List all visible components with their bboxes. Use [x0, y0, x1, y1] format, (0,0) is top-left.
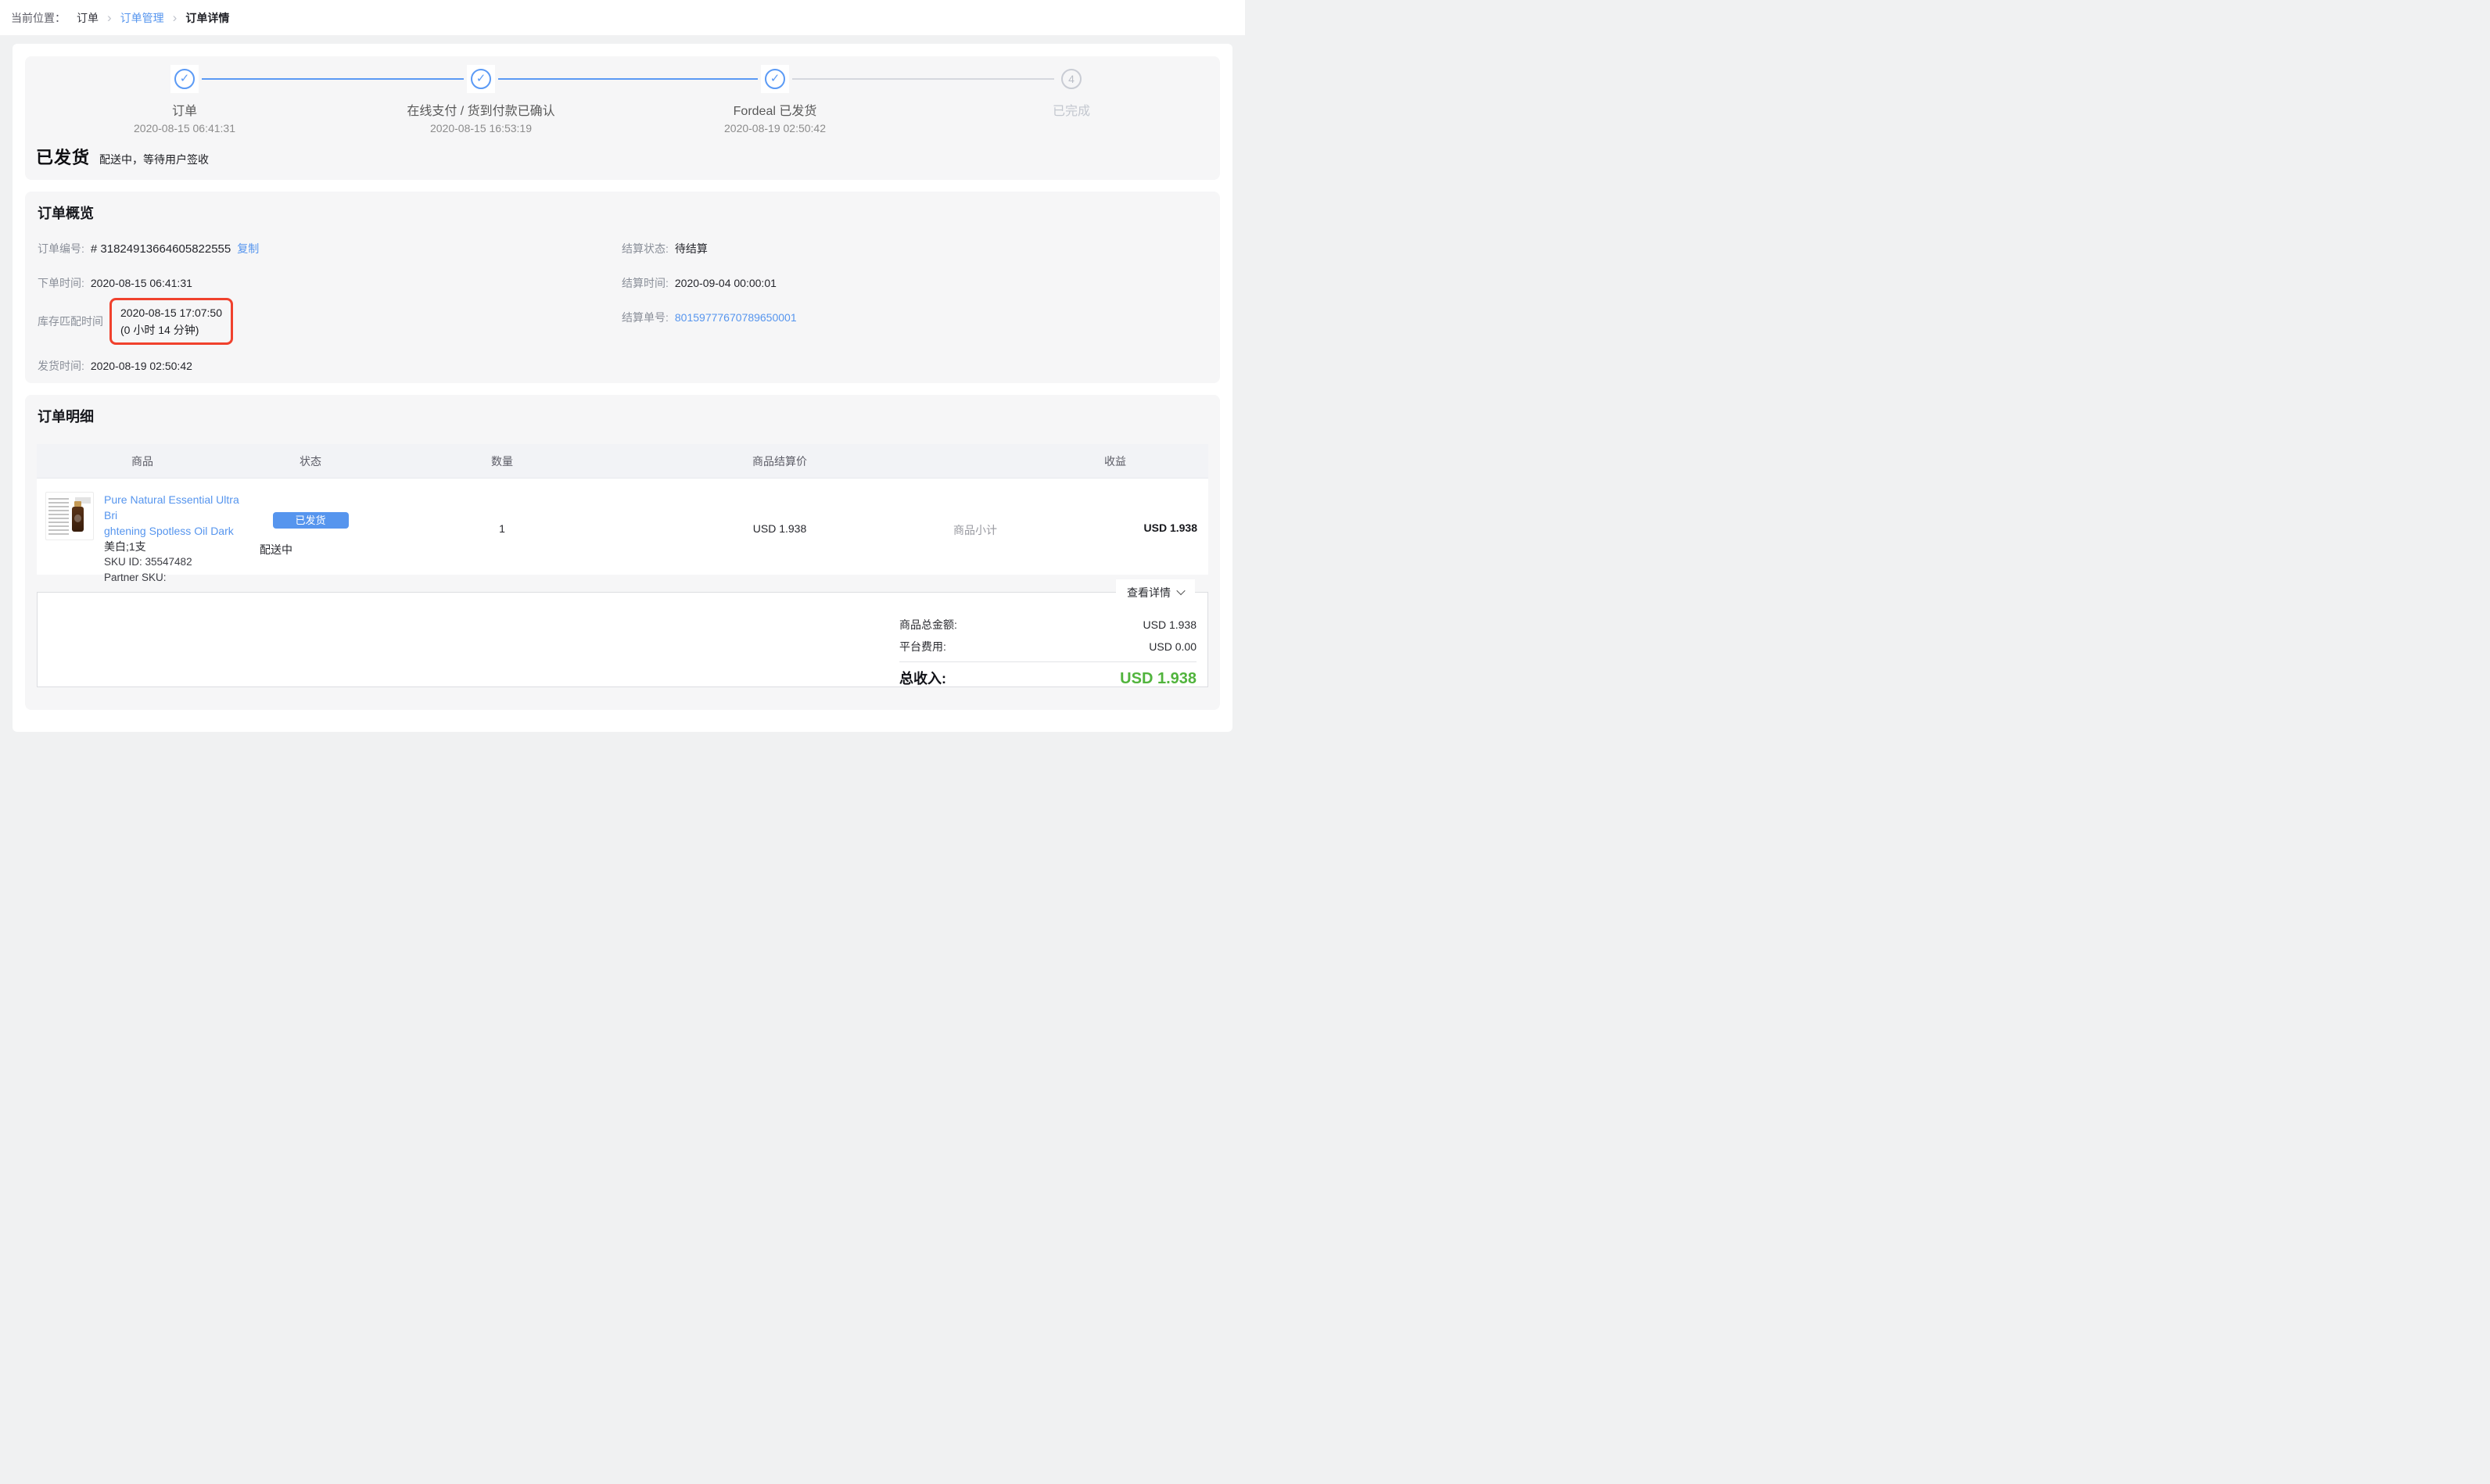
settle-status-value: 待结算 [675, 241, 708, 256]
total-income-value: USD 1.938 [1120, 670, 1197, 688]
step-time-shipped: 2020-08-19 02:50:42 [650, 122, 900, 134]
order-detail-card: ✓ ✓ ✓ 4 订单 2020-08-15 06:41:31 在线支付 / 货到… [13, 44, 1232, 732]
shipping-status-headline: 已发货 [36, 144, 90, 169]
step-connector-done [498, 78, 758, 80]
ship-time-value: 2020-08-19 02:50:42 [91, 360, 192, 372]
breadcrumb-item-orders[interactable]: 订单 [77, 10, 99, 26]
header-status: 状态 [248, 453, 373, 469]
header-qty: 数量 [373, 453, 631, 469]
chevron-right-icon: › [173, 11, 178, 24]
overview-title: 订单概览 [38, 203, 94, 223]
place-time-label: 下单时间: [38, 275, 84, 291]
step-node-1: ✓ [170, 65, 199, 93]
product-image-bottle [72, 507, 84, 532]
total-income-row: 总收入: USD 1.938 [899, 668, 1197, 688]
step-node-4: 4 [1057, 65, 1085, 93]
breadcrumb-item-order-detail: 订单详情 [185, 10, 229, 26]
step-title-order: 订单 [59, 100, 310, 119]
place-time-value: 2020-08-15 06:41:31 [91, 277, 192, 289]
ship-time-row: 发货时间: 2020-08-19 02:50:42 [38, 358, 192, 374]
settle-status-row: 结算状态: 待结算 [622, 241, 708, 256]
order-number-value: # 31824913664605822555 [91, 242, 231, 256]
breadcrumb: 当前位置： 订单 › 订单管理 › 订单详情 [0, 0, 1245, 35]
settle-status-label: 结算状态: [622, 241, 669, 256]
goods-total-label: 商品总金额: [899, 617, 957, 633]
settle-time-label: 结算时间: [622, 275, 669, 291]
totals-summary: 商品总金额: USD 1.938 平台费用: USD 0.00 总收入: USD… [899, 593, 1197, 688]
place-time-row: 下单时间: 2020-08-15 06:41:31 [38, 275, 192, 291]
order-detail-block: 订单明细 商品 状态 数量 商品结算价 收益 [25, 395, 1220, 710]
product-image-text-lines [48, 498, 69, 536]
detail-title: 订单明细 [38, 406, 94, 426]
step-time-payment: 2020-08-15 16:53:19 [356, 122, 606, 134]
step-connector-done [202, 78, 464, 80]
order-number-label: 订单编号: [38, 241, 84, 256]
table-row: Pure Natural Essential Ultra Bri ghtenin… [37, 479, 1208, 575]
step-time-order: 2020-08-15 06:41:31 [59, 122, 310, 134]
subtotal-label-cell: 商品小计 [928, 479, 1022, 575]
breadcrumb-location-label: 当前位置： [11, 10, 66, 26]
settle-time-row: 结算时间: 2020-09-04 00:00:01 [622, 275, 777, 291]
step-number-icon: 4 [1061, 69, 1082, 89]
platform-fee-row: 平台费用: USD 0.00 [899, 639, 1197, 654]
copy-order-number-link[interactable]: 复制 [237, 241, 259, 256]
product-title-link[interactable]: Pure Natural Essential Ultra Bri ghtenin… [104, 492, 248, 539]
settle-number-label: 结算单号: [622, 310, 669, 325]
totals-box: 查看详情 商品总金额: USD 1.938 平台费用: USD 0.00 总收入… [37, 592, 1208, 687]
header-profit: 收益 [1022, 453, 1208, 469]
stock-match-label: 库存匹配时间 [38, 314, 103, 329]
header-price: 商品结算价 [631, 453, 928, 469]
header-product: 商品 [37, 453, 248, 469]
breadcrumb-item-order-management[interactable]: 订单管理 [120, 10, 164, 26]
product-info: Pure Natural Essential Ultra Bri ghtenin… [104, 492, 248, 575]
ship-time-label: 发货时间: [38, 358, 84, 374]
settle-number-link[interactable]: 80159777670789650001 [675, 311, 797, 324]
step-connector-todo [792, 78, 1054, 80]
product-sku: SKU ID: 35547482 [104, 554, 248, 570]
step-title-payment: 在线支付 / 货到付款已确认 [356, 100, 606, 119]
total-income-label: 总收入: [899, 668, 946, 688]
qty-cell: 1 [373, 479, 631, 575]
summary-divider [899, 661, 1197, 662]
stock-match-duration: (0 小时 14 分钟) [120, 321, 222, 339]
stock-match-time: 2020-08-15 17:07:50 [120, 304, 222, 321]
price-cell: USD 1.938 [631, 479, 928, 575]
stock-match-row: 库存匹配时间 2020-08-15 17:07:50 (0 小时 14 分钟) [38, 298, 233, 345]
shipping-status: 已发货 配送中，等待用户签收 [36, 144, 209, 169]
product-image[interactable] [45, 492, 94, 540]
table-header-row: 商品 状态 数量 商品结算价 收益 [37, 444, 1208, 479]
step-title-shipped: Fordeal 已发货 [650, 100, 900, 119]
order-number-row: 订单编号: # 31824913664605822555 复制 [38, 241, 259, 256]
status-cell: 已发货 配送中 [248, 479, 373, 575]
step-node-2: ✓ [467, 65, 495, 93]
order-overview-block: 订单概览 订单编号: # 31824913664605822555 复制 下单时… [25, 192, 1220, 383]
status-sub-text: 配送中 [248, 542, 373, 557]
goods-total-row: 商品总金额: USD 1.938 [899, 617, 1197, 633]
product-partner-sku: Partner SKU: [104, 570, 248, 586]
goods-total-value: USD 1.938 [1143, 618, 1197, 631]
order-items-table: 商品 状态 数量 商品结算价 收益 Pure Natural Essen [37, 444, 1208, 575]
step-title-completed: 已完成 [946, 100, 1197, 119]
settle-number-row: 结算单号: 80159777670789650001 [622, 310, 797, 325]
product-spec: 美白;1支 [104, 539, 248, 554]
chevron-right-icon: › [107, 11, 112, 24]
platform-fee-label: 平台费用: [899, 639, 946, 654]
product-cell: Pure Natural Essential Ultra Bri ghtenin… [37, 479, 248, 575]
check-icon: ✓ [765, 69, 785, 89]
step-node-3: ✓ [761, 65, 789, 93]
profit-cell: USD 1.938 [1022, 479, 1208, 575]
totals-area: 查看详情 商品总金额: USD 1.938 平台费用: USD 0.00 总收入… [37, 592, 1208, 687]
check-icon: ✓ [471, 69, 491, 89]
check-icon: ✓ [174, 69, 195, 89]
order-progress-block: ✓ ✓ ✓ 4 订单 2020-08-15 06:41:31 在线支付 / 货到… [25, 56, 1220, 180]
status-badge: 已发货 [273, 512, 349, 529]
stock-match-highlight-box: 2020-08-15 17:07:50 (0 小时 14 分钟) [109, 298, 233, 345]
shipping-status-subtitle: 配送中，等待用户签收 [99, 152, 209, 167]
settle-time-value: 2020-09-04 00:00:01 [675, 277, 777, 289]
platform-fee-value: USD 0.00 [1149, 640, 1197, 653]
